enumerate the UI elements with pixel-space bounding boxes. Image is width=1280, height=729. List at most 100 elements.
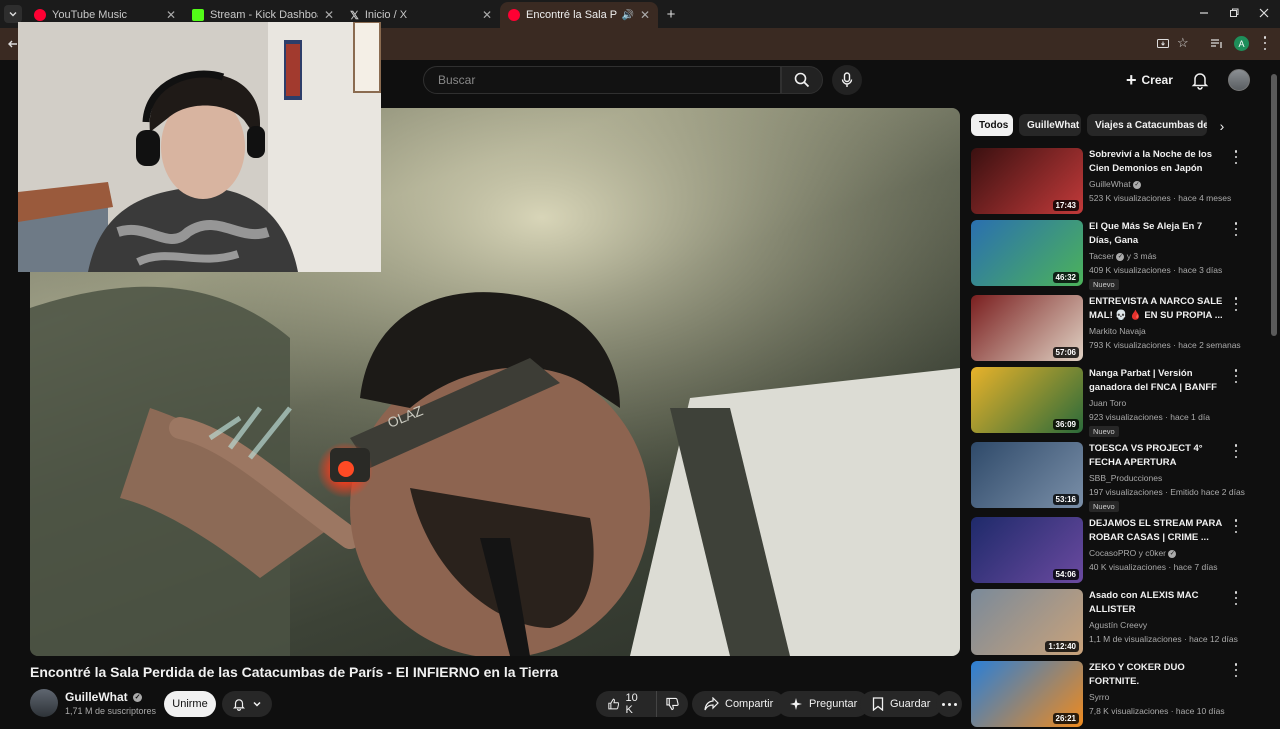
video-thumbnail[interactable]: 36:09 <box>971 367 1083 433</box>
video-title[interactable]: Asado con ALEXIS MAC ALLISTER <box>1089 589 1227 617</box>
channel-name[interactable]: GuilleWhat ✓ <box>65 690 143 704</box>
video-thumbnail[interactable]: 17:43 <box>971 148 1083 214</box>
video-title[interactable]: TOESCA VS PROJECT 4° FECHA APERTURA <box>1089 442 1227 470</box>
recommended-video[interactable]: 53:16 TOESCA VS PROJECT 4° FECHA APERTURA… <box>971 442 1261 512</box>
bookmark-star-button[interactable]: ☆ <box>1177 36 1191 50</box>
video-title[interactable]: DEJAMOS EL STREAM PARA ROBAR CASAS | CRI… <box>1089 517 1227 545</box>
recommended-video[interactable]: 1:12:40 Asado con ALEXIS MAC ALLISTER Agus… <box>971 589 1261 657</box>
more-icon[interactable] <box>1231 444 1241 458</box>
chip-catacombs[interactable]: Viajes a Catacumbas de P <box>1087 114 1207 136</box>
ask-button[interactable]: Preguntar <box>777 691 870 717</box>
channel-name[interactable]: Markito Navaja <box>1089 326 1146 336</box>
search-button[interactable] <box>781 66 823 94</box>
tab-label: YouTube Music <box>52 9 128 21</box>
speaker-icon[interactable]: 🔊 <box>621 10 633 21</box>
channel-name[interactable]: CocasoPRO y c0ker ✓ <box>1089 548 1177 558</box>
minimize-icon <box>1200 12 1208 14</box>
more-icon[interactable] <box>1231 150 1241 164</box>
more-icon[interactable] <box>1231 591 1241 605</box>
channel-name[interactable]: Agustín Creevy <box>1089 620 1147 630</box>
voice-search-button[interactable] <box>832 65 862 95</box>
save-button[interactable]: Guardar <box>860 691 943 717</box>
recommended-video[interactable]: 54:06 DEJAMOS EL STREAM PARA ROBAR CASAS … <box>971 517 1261 585</box>
media-controls-button[interactable] <box>1210 37 1224 51</box>
channel-name-text: Juan Toro <box>1089 398 1127 408</box>
close-icon[interactable]: ✕ <box>640 8 650 22</box>
join-button[interactable]: Unirme <box>164 691 216 717</box>
minimize-button[interactable] <box>1196 6 1212 20</box>
close-icon[interactable]: ✕ <box>324 8 334 22</box>
like-button[interactable]: 10 K <box>596 691 656 717</box>
video-title[interactable]: ENTREVISTA A NARCO SALE MAL! 💀 🩸 EN SU P… <box>1089 295 1227 323</box>
video-title[interactable]: Nanga Parbat | Versión ganadora del FNCA… <box>1089 367 1227 395</box>
youtube-icon <box>508 9 520 21</box>
tab-youtube-video[interactable]: Encontré la Sala Perdida de 🔊 ✕ <box>500 2 658 28</box>
subscriber-count: 1,71 M de suscriptores <box>65 706 157 716</box>
scrollbar[interactable] <box>1271 74 1277 336</box>
video-meta: 923 visualizaciones · hace 1 día <box>1089 412 1210 422</box>
tab-search-button[interactable] <box>4 5 22 23</box>
recommended-video[interactable]: 17:43 Sobreviví a la Noche de los Cien De… <box>971 148 1261 216</box>
webcam-overlay <box>18 22 381 272</box>
more-icon[interactable] <box>1231 222 1241 236</box>
plus-icon: + <box>666 5 676 23</box>
channel-name[interactable]: GuilleWhat ✓ <box>1089 179 1141 189</box>
channel-name[interactable]: Juan Toro <box>1089 398 1126 408</box>
video-duration: 46:32 <box>1052 272 1079 283</box>
video-title[interactable]: El Que Más Se Aleja En 7 Días, Gana <box>1089 220 1227 248</box>
subscription-bell-button[interactable] <box>222 691 272 717</box>
cast-button[interactable] <box>1156 37 1170 51</box>
video-title[interactable]: ZEKO Y COKER DUO FORTNITE. <box>1089 661 1227 689</box>
chip-all[interactable]: Todos <box>971 114 1013 136</box>
recommended-video[interactable]: 36:09 Nanga Parbat | Versión ganadora del… <box>971 367 1261 437</box>
plus-icon: + <box>1126 70 1137 90</box>
close-icon[interactable]: ✕ <box>482 8 492 22</box>
chip-channel[interactable]: GuilleWhat <box>1019 114 1081 136</box>
video-thumbnail[interactable]: 46:32 <box>971 220 1083 286</box>
share-button[interactable]: Compartir <box>692 691 786 717</box>
youtube-music-icon <box>34 9 46 21</box>
join-label: Unirme <box>172 698 208 710</box>
channel-name[interactable]: Syrro <box>1089 692 1109 702</box>
video-title[interactable]: Sobreviví a la Noche de los Cien Demonio… <box>1089 148 1227 176</box>
video-meta: 197 visualizaciones · Emitido hace 2 día… <box>1089 487 1245 497</box>
notifications-button[interactable] <box>1190 70 1212 92</box>
video-thumbnail[interactable]: 1:12:40 <box>971 589 1083 655</box>
chip-label: Todos <box>979 119 1009 131</box>
more-icon[interactable] <box>1231 369 1241 383</box>
new-tab-button[interactable]: + <box>662 5 680 23</box>
chips-next-button[interactable]: › <box>1212 116 1232 136</box>
channel-name[interactable]: SBB_Producciones <box>1089 473 1162 483</box>
search-input[interactable]: Buscar <box>423 66 781 94</box>
save-label: Guardar <box>890 698 931 710</box>
video-thumbnail[interactable]: 26:21 <box>971 661 1083 727</box>
recommended-video[interactable]: 46:32 El Que Más Se Aleja En 7 Días, Gana… <box>971 220 1261 290</box>
browser-menu-button[interactable] <box>1262 36 1268 50</box>
more-icon[interactable] <box>1231 663 1241 677</box>
channel-name-text: GuilleWhat <box>65 690 128 704</box>
profile-avatar[interactable]: A <box>1234 36 1249 51</box>
close-icon[interactable]: ✕ <box>166 8 176 22</box>
recommended-video[interactable]: 26:21 ZEKO Y COKER DUO FORTNITE. Syrro 7,8 … <box>971 661 1261 729</box>
channel-avatar[interactable] <box>30 689 58 717</box>
create-button[interactable]: + Crear <box>1126 68 1173 92</box>
video-thumbnail[interactable]: 54:06 <box>971 517 1083 583</box>
bookmark-icon <box>872 697 884 711</box>
recommended-video[interactable]: 57:06 ENTREVISTA A NARCO SALE MAL! 💀 🩸 EN… <box>971 295 1261 363</box>
video-thumbnail[interactable]: 57:06 <box>971 295 1083 361</box>
more-icon[interactable] <box>1231 297 1241 311</box>
verified-icon: ✓ <box>1132 180 1141 189</box>
more-icon[interactable] <box>1231 519 1241 533</box>
close-window-button[interactable] <box>1256 6 1272 20</box>
more-actions-button[interactable] <box>936 691 962 717</box>
tab-label: Inicio / X <box>364 9 408 21</box>
video-meta: 523 K visualizaciones · hace 4 meses <box>1089 193 1232 203</box>
thumbs-up-icon <box>608 698 620 710</box>
channel-name[interactable]: Tacser ✓ y 3 más <box>1089 251 1157 261</box>
account-avatar[interactable] <box>1228 69 1250 91</box>
dislike-button[interactable] <box>656 691 688 717</box>
new-badge: Nuevo <box>1089 426 1119 437</box>
video-meta: 7,8 K visualizaciones · hace 10 días <box>1089 706 1225 716</box>
video-thumbnail[interactable]: 53:16 <box>971 442 1083 508</box>
restore-button[interactable] <box>1226 6 1242 20</box>
